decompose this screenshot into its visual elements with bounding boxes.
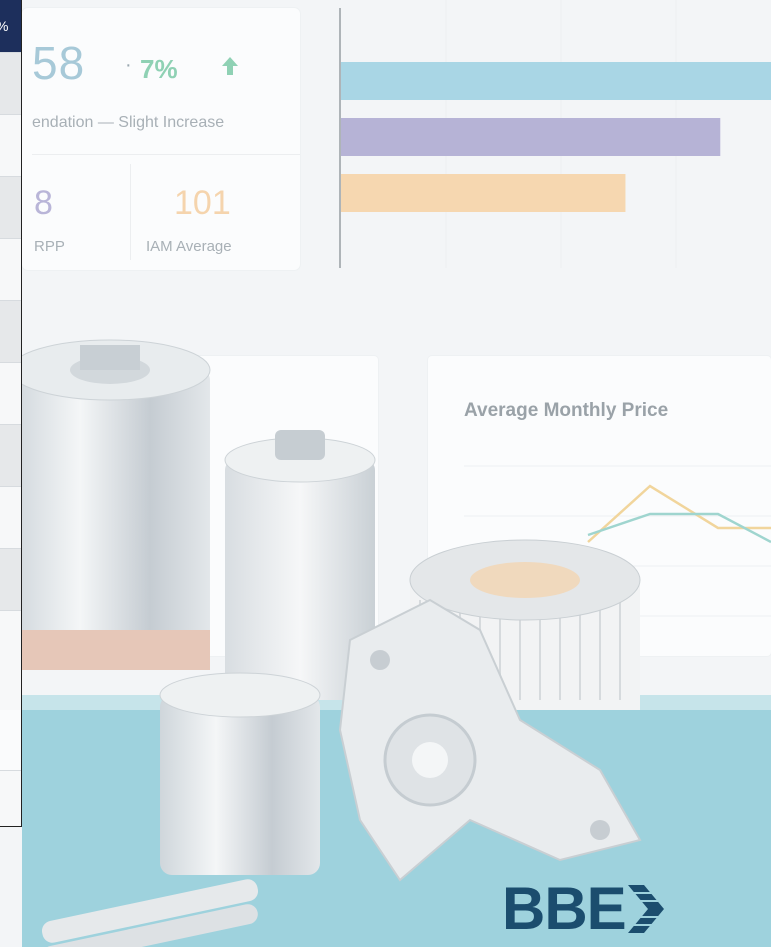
iam-average-value: 101 xyxy=(174,184,231,222)
table-row xyxy=(0,52,21,114)
kpi-card: 58 · 7% endation — Slight Increase 8 RPP… xyxy=(22,8,300,270)
glow-plugs xyxy=(41,879,259,947)
bar xyxy=(341,174,626,212)
table-row xyxy=(0,300,21,362)
logo-mark xyxy=(627,885,664,933)
bar xyxy=(341,118,721,156)
auto-parts-image xyxy=(9,339,642,947)
bushing xyxy=(159,672,321,875)
kpi-separator: · xyxy=(125,54,132,76)
data-table-panel: % xyxy=(0,0,22,827)
table-row xyxy=(0,486,21,548)
rpp-label: RPP xyxy=(34,238,65,255)
table-row xyxy=(0,548,21,610)
kpi-subtitle: endation — Slight Increase xyxy=(32,114,225,131)
iam-average-label: IAM Average xyxy=(146,238,232,255)
table-header: % xyxy=(0,0,21,52)
bar xyxy=(341,62,771,100)
divider xyxy=(130,164,131,260)
oil-filter xyxy=(9,339,211,670)
logo-text: BBE xyxy=(502,875,627,942)
bbe-logo: BBE xyxy=(502,875,664,942)
arrow-up-icon xyxy=(221,56,239,82)
table-row xyxy=(0,424,21,486)
divider xyxy=(32,154,300,155)
table-row xyxy=(0,114,21,176)
table-footer-row xyxy=(0,770,21,826)
table-row xyxy=(0,176,21,238)
rpp-value: 8 xyxy=(34,184,53,222)
table-row xyxy=(0,362,21,424)
bar-chart xyxy=(339,0,771,268)
table-row xyxy=(0,238,21,300)
kpi-change-value: 7% xyxy=(140,54,178,84)
table-row xyxy=(0,610,21,710)
kpi-main-value: 58 xyxy=(32,37,86,89)
